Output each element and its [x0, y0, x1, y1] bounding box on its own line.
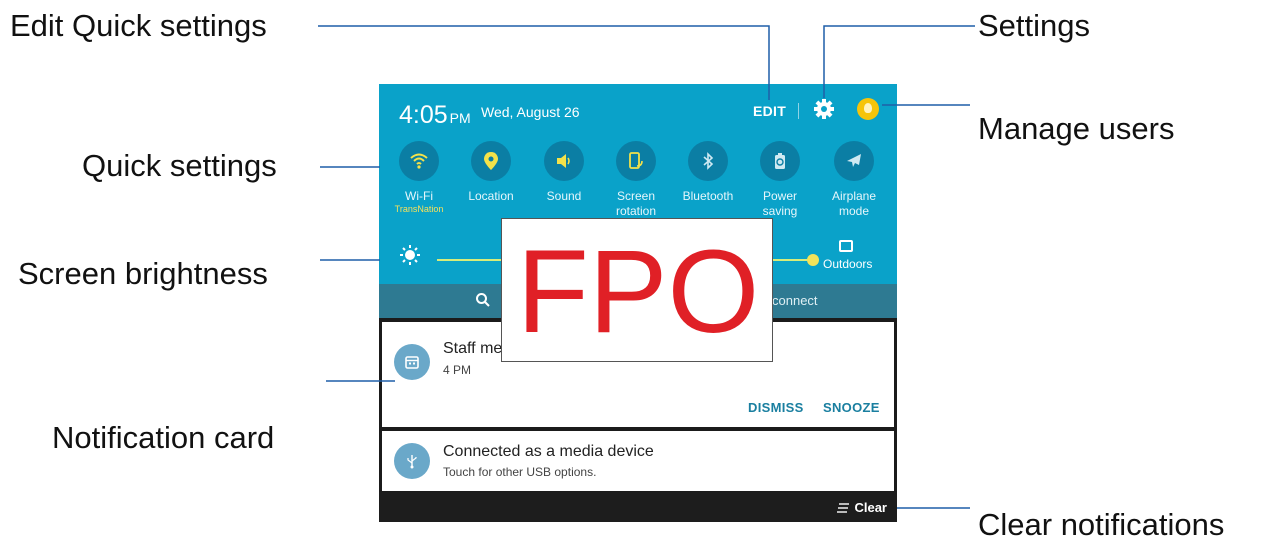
leader-edit: [318, 25, 770, 100]
leader-settings: [823, 25, 975, 98]
callout-leader-lines: [318, 25, 975, 509]
